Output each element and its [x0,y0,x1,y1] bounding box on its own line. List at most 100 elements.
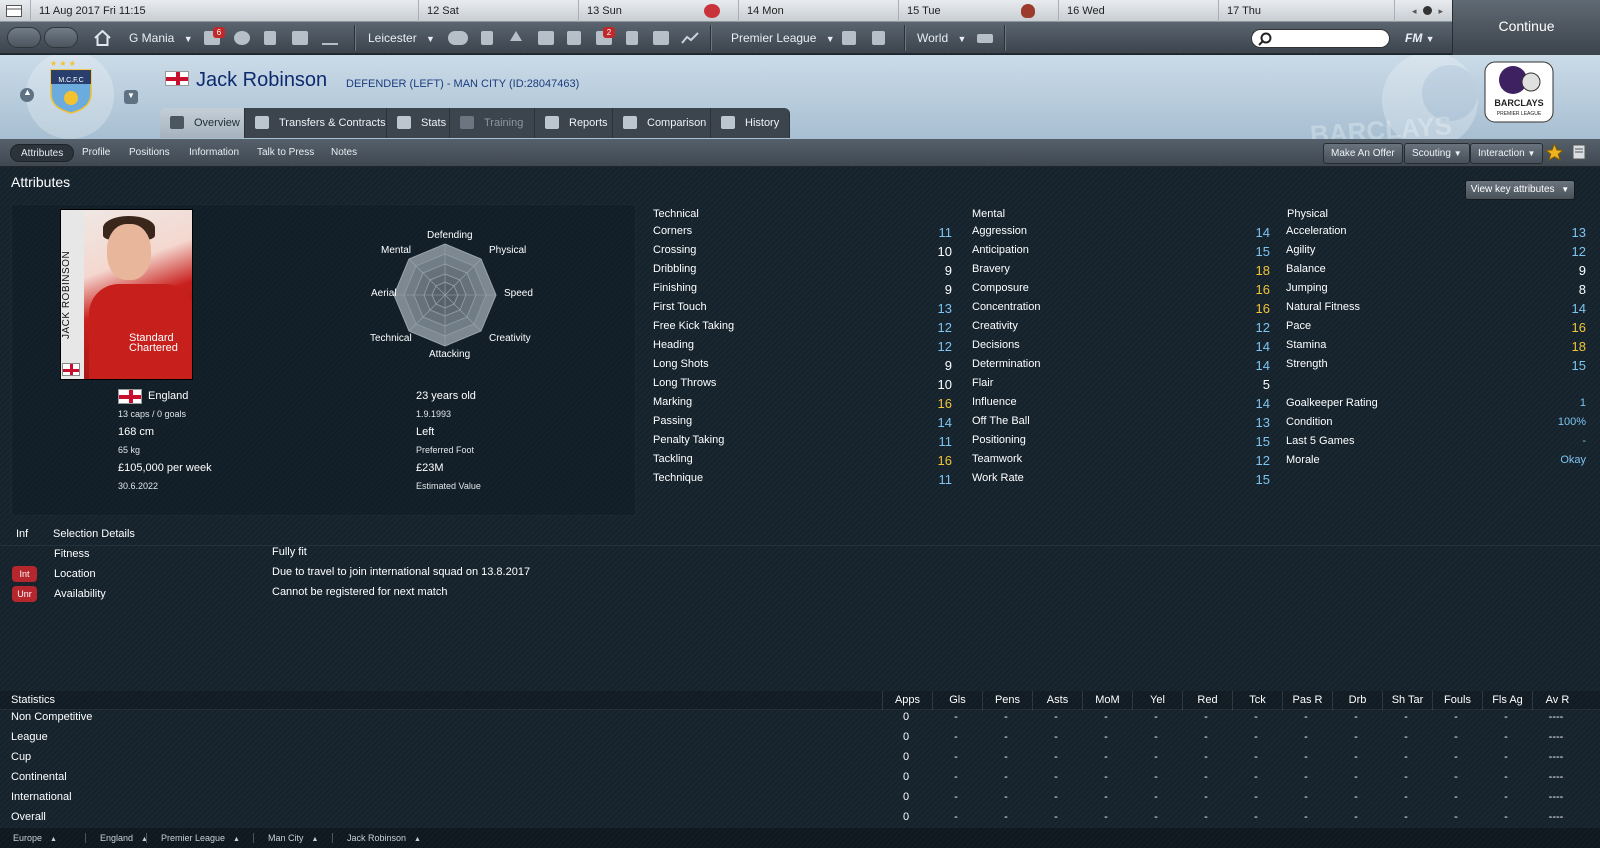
attribute-row[interactable]: Corners 11 [653,225,952,244]
attribute-row[interactable]: Jumping 8 [1286,282,1586,301]
tab-stats[interactable]: Stats [387,108,450,138]
fm-menu[interactable]: FM ▼ [1405,22,1435,54]
tab-overview[interactable]: Overview [160,108,245,138]
dot-icon[interactable] [1423,6,1432,15]
breadcrumb-item[interactable]: Jack Robinson ▲ [332,833,421,843]
calendar-icon[interactable] [0,0,30,22]
attribute-row[interactable]: Dribbling 9 [653,263,952,282]
attribute-row[interactable]: Flair 5 [972,377,1270,396]
breadcrumb-item[interactable]: England ▲ [85,833,148,843]
day-cell[interactable]: 17 Thu [1218,0,1394,22]
search-input[interactable] [1251,29,1390,48]
attribute-row[interactable]: Heading 12 [653,339,952,358]
attribute-row[interactable]: Creativity 12 [972,320,1270,339]
subnav-notes[interactable]: Notes [331,144,357,162]
chevron-right-icon[interactable]: ▸ [1439,6,1444,16]
attribute-row[interactable]: Decisions 14 [972,339,1270,358]
stat-column-header[interactable]: Red [1182,691,1232,710]
breadcrumb-item[interactable]: Premier League ▲ [146,833,240,843]
attribute-row[interactable]: Technique 11 [653,472,952,491]
nation[interactable]: England [148,390,188,402]
subnav-profile[interactable]: Profile [82,144,110,162]
stat-column-header[interactable]: MoM [1082,691,1132,710]
stat-column-header[interactable]: Fls Ag [1482,691,1532,710]
breadcrumb-item[interactable]: Europe ▲ [13,833,57,843]
tactics-icon[interactable] [481,31,493,45]
subnav-positions[interactable]: Positions [129,144,170,162]
finances-icon[interactable] [653,31,669,45]
day-cell[interactable]: 12 Sat [418,0,578,22]
manager-menu[interactable]: G Mania ▼ [129,22,193,54]
club-menu[interactable]: Leicester ▼ [368,22,435,54]
unregistered-badge[interactable]: Unr [12,586,37,602]
view-key-attributes-button[interactable]: View key attributes ▼ [1465,180,1575,200]
subnav-talk-to-press[interactable]: Talk to Press [257,144,314,162]
day-cell[interactable]: 13 Sun [578,0,738,22]
tab-history[interactable]: History [711,108,790,138]
stat-column-header[interactable]: Av R [1532,691,1582,710]
tab-training[interactable]: Training [450,108,535,138]
briefcase-icon[interactable] [292,31,308,45]
tab-comparison[interactable]: Comparison [613,108,711,138]
attribute-row[interactable]: Natural Fitness 14 [1286,301,1586,320]
subnav-attributes[interactable]: Attributes [10,144,75,162]
star-icon[interactable] [1545,143,1564,161]
world-icon[interactable] [977,34,993,43]
training-icon[interactable] [510,31,522,41]
attribute-row[interactable]: Long Throws 10 [653,377,952,396]
attribute-row[interactable]: Influence 14 [972,396,1270,415]
continue-button[interactable]: Continue [1452,0,1600,55]
attribute-row[interactable]: Tackling 16 [653,453,952,472]
tab-reports[interactable]: Reports [535,108,613,138]
make-offer-button[interactable]: Make An Offer [1323,143,1403,164]
attribute-row[interactable]: Anticipation 15 [972,244,1270,263]
fixtures-icon[interactable] [872,31,885,45]
attribute-row[interactable]: Aggression 14 [972,225,1270,244]
attribute-row[interactable]: Determination 14 [972,358,1270,377]
attribute-row[interactable]: Passing 14 [653,415,952,434]
attribute-row[interactable]: Concentration 16 [972,301,1270,320]
people-icon[interactable] [234,31,250,45]
stat-column-header[interactable]: Sh Tar [1382,691,1432,710]
attribute-row[interactable]: Positioning 15 [972,434,1270,453]
home-icon[interactable] [94,30,111,46]
international-badge[interactable]: Int [12,566,37,582]
attribute-row[interactable]: Penalty Taking 11 [653,434,952,453]
attribute-row[interactable]: Work Rate 15 [972,472,1270,491]
day-cell[interactable]: 16 Wed [1058,0,1218,22]
attribute-row[interactable]: Free Kick Taking 12 [653,320,952,339]
interaction-menu[interactable]: Interaction ▼ [1470,143,1544,164]
attribute-row[interactable]: Strength 15 [1286,358,1586,377]
attribute-row[interactable]: Agility 12 [1286,244,1586,263]
scouting-menu[interactable]: Scouting ▼ [1404,143,1470,164]
subnav-information[interactable]: Information [189,144,239,162]
day-cell[interactable]: 15 Tue [898,0,1058,22]
attribute-row[interactable]: Pace 16 [1286,320,1586,339]
attribute-row[interactable]: Stamina 18 [1286,339,1586,358]
attribute-row[interactable]: Crossing 10 [653,244,952,263]
club-crest-icon[interactable]: ★ ★ ★ M.C.F.C [46,58,96,114]
attribute-row[interactable]: Long Shots 9 [653,358,952,377]
world-menu[interactable]: World ▼ [917,22,966,54]
attribute-row[interactable]: Teamwork 12 [972,453,1270,472]
back-button[interactable] [7,27,41,48]
forward-button[interactable] [44,27,78,48]
stat-column-header[interactable]: Apps [882,691,932,710]
stat-column-header[interactable]: Drb [1332,691,1382,710]
attribute-row[interactable]: Balance 9 [1286,263,1586,282]
kit-icon[interactable] [626,31,638,45]
transfers-icon[interactable] [538,31,554,45]
breadcrumb-item[interactable]: Man City ▲ [253,833,318,843]
stat-column-header[interactable]: Fouls [1432,691,1482,710]
table-icon[interactable] [842,31,856,45]
previous-player-button[interactable]: ▲ [20,87,34,102]
attribute-row[interactable]: First Touch 13 [653,301,952,320]
player-menu-button[interactable]: ▼ [124,90,138,104]
stat-column-header[interactable]: Yel [1132,691,1182,710]
stat-column-header[interactable]: Gls [932,691,982,710]
notes-icon[interactable] [1572,144,1588,160]
competition-menu[interactable]: Premier League ▼ [731,22,835,54]
schedule-icon[interactable] [567,31,581,45]
scales-icon[interactable] [322,31,338,45]
chevron-left-icon[interactable]: ◂ [1412,6,1417,16]
